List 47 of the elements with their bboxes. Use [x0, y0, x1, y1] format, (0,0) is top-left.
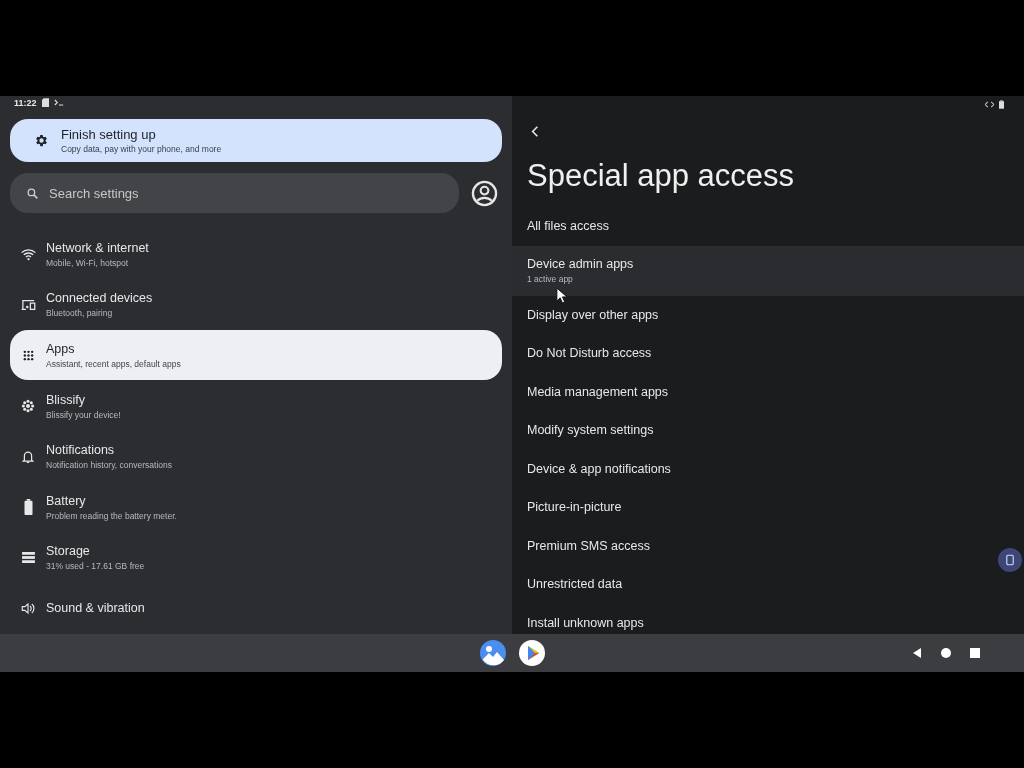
back-nav-icon[interactable]: [912, 647, 922, 659]
terminal-icon: [53, 99, 64, 107]
access-item[interactable]: Picture-in-picture: [512, 488, 1024, 527]
access-item[interactable]: Modify system settings: [512, 411, 1024, 450]
search-field[interactable]: Search settings: [10, 173, 459, 214]
phone-icon: [1006, 554, 1014, 566]
apps-grid-icon: [22, 349, 34, 361]
status-time: 11:22: [14, 97, 37, 108]
access-item[interactable]: Device & app notifications: [512, 449, 1024, 489]
flower-icon: [21, 399, 35, 414]
access-item[interactable]: Display over other apps: [512, 295, 1024, 335]
settings-item[interactable]: Storage 31% used - 17.61 GB free: [10, 532, 502, 583]
settings-item[interactable]: Battery Problem reading the battery meter.: [10, 482, 502, 533]
settings-icon: [34, 133, 49, 149]
access-item[interactable]: Install unknown apps: [512, 603, 1024, 634]
speaker-icon: [21, 601, 35, 615]
battery-status-icon: [999, 99, 1004, 109]
access-item[interactable]: Unrestricted data: [512, 565, 1024, 604]
battery-icon: [23, 499, 33, 516]
settings-item[interactable]: Apps Assistant, recent apps, default apps: [10, 330, 502, 381]
settings-item[interactable]: Sound & vibration: [10, 583, 502, 634]
sd-card-icon: [41, 98, 49, 108]
back-icon[interactable]: [531, 126, 539, 137]
page-title: Special app access: [527, 159, 796, 194]
access-item[interactable]: Premium SMS access: [512, 526, 1024, 566]
bell-icon: [22, 449, 34, 464]
settings-item[interactable]: Network & internet Mobile, Wi-Fi, hotspot: [10, 229, 502, 280]
settings-item[interactable]: Blissify Blissify your device!: [10, 381, 502, 432]
access-item[interactable]: All files access: [512, 207, 1024, 246]
settings-item[interactable]: Connected devices Bluetooth, pairing: [10, 279, 502, 330]
setup-subtitle: Copy data, pay with your phone, and more: [61, 144, 222, 155]
setup-card[interactable]: Finish setting up Copy data, pay with your phone, and more: [10, 119, 502, 163]
mouse-cursor-icon: [556, 287, 567, 304]
gallery-app-icon[interactable]: [480, 640, 506, 666]
setup-title: Finish setting up: [61, 127, 157, 143]
access-item[interactable]: Device admin apps 1 active app: [512, 245, 1024, 296]
home-nav-icon[interactable]: [941, 648, 951, 658]
settings-item[interactable]: Notifications Notification history, conversations: [10, 431, 502, 482]
access-item[interactable]: Media management apps: [512, 372, 1024, 412]
access-item[interactable]: Do Not Disturb access: [512, 334, 1024, 373]
wifi-icon: [20, 247, 36, 261]
data-saver-icon: [984, 100, 995, 108]
devices-icon: [20, 298, 36, 311]
floating-bubble[interactable]: [998, 548, 1022, 572]
storage-icon: [21, 552, 35, 564]
account-icon[interactable]: [471, 179, 498, 207]
play-store-icon[interactable]: [519, 640, 545, 666]
